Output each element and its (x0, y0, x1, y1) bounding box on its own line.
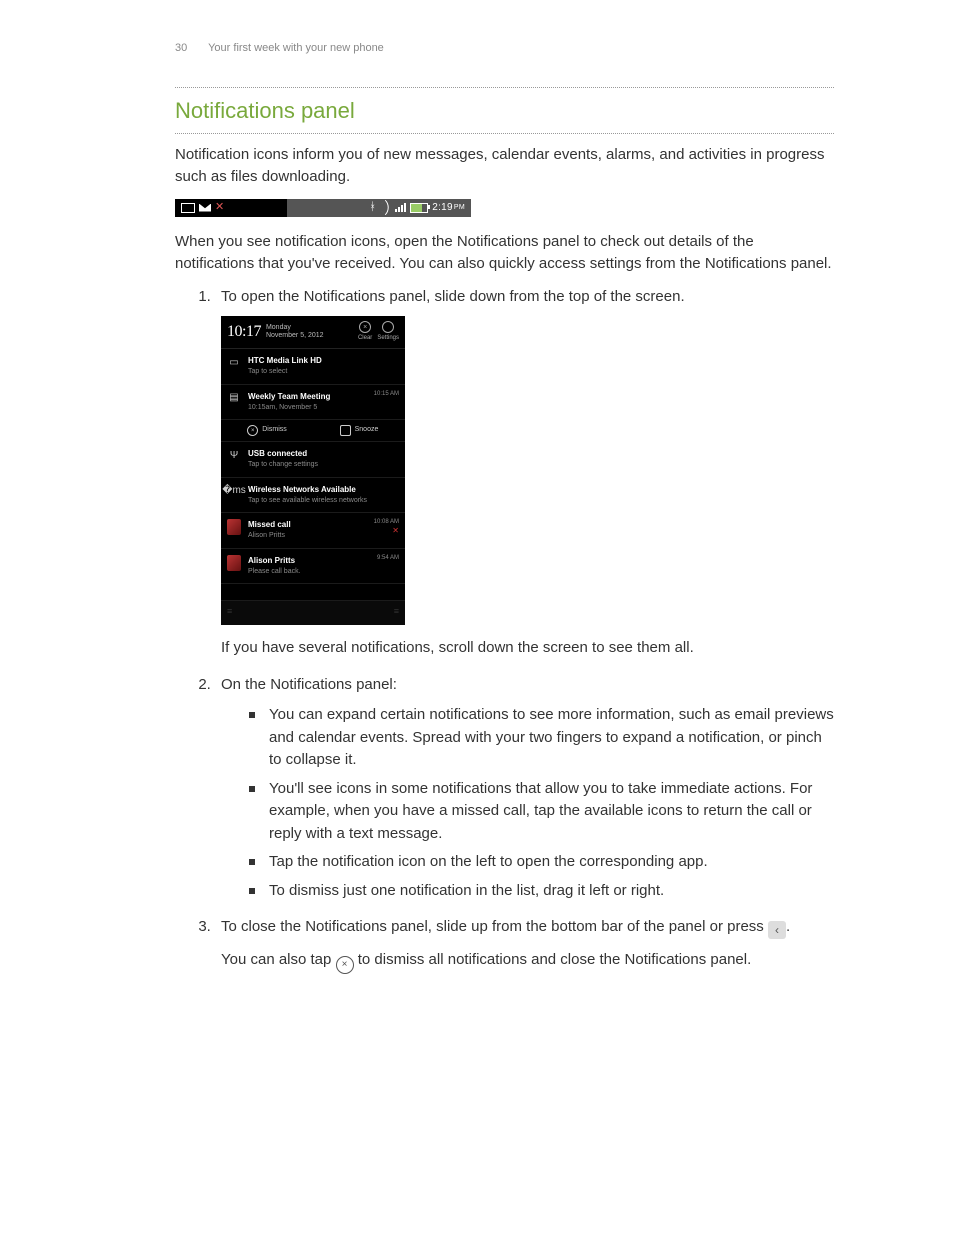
alarm-icon (340, 425, 351, 436)
list-item: You'll see icons in some notifications t… (249, 778, 834, 846)
step-1-note: If you have several notifications, scrol… (221, 639, 694, 656)
notification-row[interactable]: Alison Pritts Please call back. 9:54 AM (221, 549, 405, 585)
clear-button[interactable]: × Clear (358, 321, 372, 343)
list-item: To dismiss just one notification in the … (249, 880, 834, 903)
close-x-icon: × (336, 956, 354, 974)
step-1-text: To open the Notifications panel, slide d… (221, 288, 685, 305)
bluetooth-icon: ᚼ (369, 199, 376, 216)
statusbar-right: ᚼ 2:19PM (287, 199, 471, 217)
step-1: To open the Notifications panel, slide d… (215, 286, 834, 660)
running-header: 30 Your first week with your new phone (175, 40, 834, 57)
mail-icon (199, 204, 211, 212)
avatar (227, 555, 241, 571)
list-item: Tap the notification icon on the left to… (249, 851, 834, 874)
calendar-icon: ▤ (227, 391, 241, 405)
step-2-intro: On the Notifications panel: (221, 676, 397, 693)
usb-icon: Ψ (227, 448, 241, 462)
panel-clock: 10:17 (227, 320, 261, 344)
divider (175, 87, 834, 88)
list-item: You can expand certain notifications to … (249, 704, 834, 772)
screen-icon: ▭ (227, 355, 241, 369)
avatar (227, 519, 241, 535)
page-number: 30 (175, 42, 187, 54)
gear-icon (382, 321, 394, 333)
notification-actions: × Dismiss Snooze (221, 420, 405, 442)
wifi-icon (378, 200, 394, 216)
divider (175, 133, 834, 134)
step-2-bullets: You can expand certain notifications to … (221, 704, 834, 902)
notification-row[interactable]: Ψ USB connected Tap to change settings (221, 442, 405, 478)
statusbar-figure: ✕ ᚼ 2:19PM (175, 199, 471, 217)
notification-icon (181, 203, 195, 213)
step-2: On the Notifications panel: You can expa… (215, 674, 834, 903)
missed-call-icon: ✕ (215, 199, 224, 216)
notification-row[interactable]: ▭ HTC Media Link HD Tap to select (221, 349, 405, 385)
notification-row[interactable]: Missed call Alison Pritts 10:08 AM✕ (221, 513, 405, 549)
back-icon: ‹ (768, 921, 786, 939)
notifications-panel-figure: 10:17 MondayNovember 5, 2012 × Clear Set… (221, 316, 405, 625)
step-3-text-b: . (786, 918, 790, 935)
row-time: 10:08 AM✕ (374, 519, 399, 536)
panel-gap (221, 584, 405, 601)
panel-footer-handle[interactable]: ≡≡ (221, 601, 405, 625)
step-3-text-a: To close the Notifications panel, slide … (221, 918, 768, 935)
signal-icon (395, 203, 406, 212)
intro-paragraph-1: Notification icons inform you of new mes… (175, 144, 834, 189)
wifi-icon: �ms (227, 484, 241, 498)
snooze-button[interactable]: Snooze (313, 420, 405, 441)
notification-row[interactable]: �ms Wireless Networks Available Tap to s… (221, 478, 405, 514)
dismiss-button[interactable]: × Dismiss (221, 420, 313, 441)
statusbar-left: ✕ (175, 199, 287, 217)
close-x-icon: × (359, 321, 371, 333)
missed-call-icon: ✕ (392, 526, 399, 535)
section-title: Notifications panel (175, 94, 834, 127)
panel-date: MondayNovember 5, 2012 (266, 324, 353, 339)
panel-header: 10:17 MondayNovember 5, 2012 × Clear Set… (221, 316, 405, 349)
intro-paragraph-2: When you see notification icons, open th… (175, 231, 834, 276)
row-time: 9:54 AM (377, 555, 399, 562)
running-title: Your first week with your new phone (208, 42, 384, 54)
notification-row[interactable]: ▤ Weekly Team Meeting 10:15am, November … (221, 385, 405, 421)
step-3-note: You can also tap × to dismiss all notifi… (221, 949, 834, 974)
battery-icon (410, 203, 428, 213)
row-time: 10:15 AM (374, 391, 399, 398)
settings-button[interactable]: Settings (377, 321, 399, 343)
close-x-icon: × (247, 425, 258, 436)
step-3: To close the Notifications panel, slide … (215, 916, 834, 974)
statusbar-time: 2:19PM (432, 200, 465, 215)
